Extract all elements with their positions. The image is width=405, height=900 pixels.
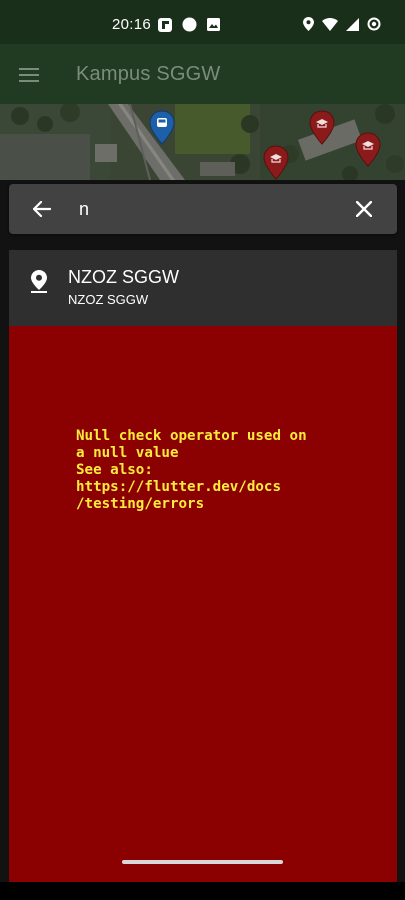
flipboard-icon (158, 17, 172, 32)
search-input[interactable] (79, 194, 339, 224)
campus-map[interactable] (0, 104, 405, 180)
map-graphic (0, 104, 405, 180)
system-nav-bar (0, 882, 405, 900)
home-indicator[interactable] (122, 860, 283, 864)
status-icons-right (303, 17, 381, 31)
result-subtitle: NZOZ SGGW (68, 292, 149, 307)
menu-button[interactable] (14, 60, 44, 90)
result-title: NZOZ SGGW (68, 267, 179, 287)
image-icon (207, 18, 220, 31)
app-screen: 20:16 Kampus SGGW n NZOZ SGGW NZOZ SGGW … (0, 0, 405, 900)
signal-icon (346, 17, 359, 31)
circle-icon (182, 17, 197, 32)
search-bar (9, 184, 397, 234)
status-icons-left (158, 17, 220, 32)
location-icon (303, 17, 314, 31)
place-icon (31, 270, 47, 293)
clear-button[interactable] (351, 196, 377, 222)
arrow-back-icon (33, 201, 51, 217)
battery-icon (367, 17, 381, 31)
status-bar: 20:16 (0, 0, 405, 44)
wifi-icon (322, 17, 338, 31)
menu-icon (19, 68, 39, 82)
app-title: Kampus SGGW (76, 63, 221, 85)
search-results: NZOZ SGGW NZOZ SGGW Null check operator … (9, 250, 397, 882)
status-time: 20:16 (112, 16, 152, 33)
app-bar: Kampus SGGW (0, 44, 405, 104)
result-item[interactable]: NZOZ SGGW NZOZ SGGW (9, 250, 397, 326)
back-button[interactable] (29, 196, 55, 222)
error-message: Null check operator used on a null value… (76, 428, 307, 512)
close-icon (356, 201, 372, 217)
